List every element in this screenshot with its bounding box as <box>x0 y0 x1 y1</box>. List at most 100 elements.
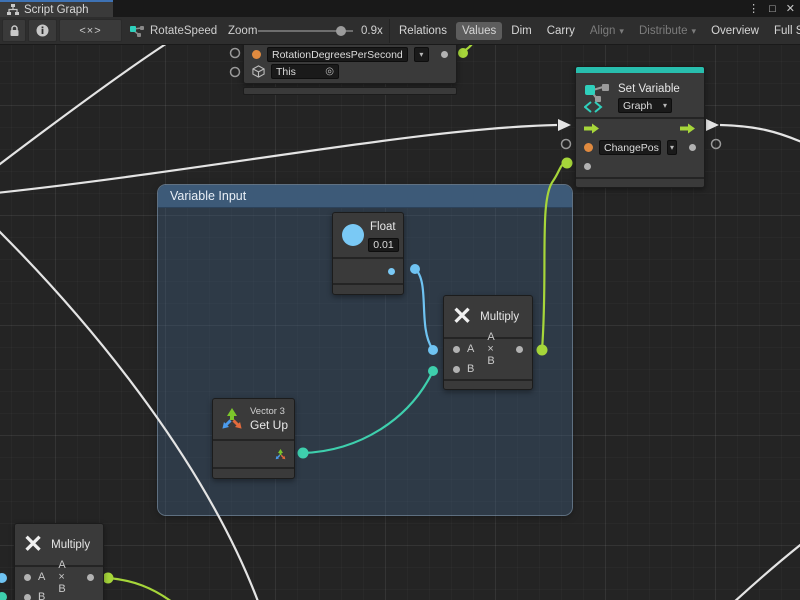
wire-vector3-to-multiply-b <box>303 373 432 453</box>
variable-name-field[interactable]: RotationDegreesPerSecond <box>267 47 408 62</box>
float-title: Float <box>370 221 396 233</box>
full-screen-button[interactable]: Full Screen <box>768 22 800 40</box>
chevron-down-icon: ▾ <box>692 26 697 37</box>
target-picker-icon[interactable]: ◎ <box>325 66 334 77</box>
flow-input-arrow[interactable] <box>584 123 600 134</box>
float-value-field[interactable]: 0.01 <box>368 238 399 252</box>
graph-variable-icon <box>584 83 611 113</box>
setvar-output-port[interactable] <box>689 144 696 151</box>
setvar-name-field[interactable]: ChangePos <box>599 140 661 155</box>
wire-flow-out-of-set-variable <box>720 125 800 143</box>
ring-port-getvar-name[interactable] <box>231 49 240 58</box>
wire-end-multiply-b-in[interactable] <box>428 366 438 376</box>
wire-flow-crossing-bottomright <box>733 542 800 600</box>
vector3-output-port[interactable] <box>274 448 287 461</box>
multiply-icon: ✕ <box>23 533 43 557</box>
float-footer <box>333 285 403 294</box>
vector3-header: Vector 3 Get Up <box>213 399 294 439</box>
wire-multiply-to-set-variable <box>542 163 566 350</box>
multiply-b-port[interactable] <box>453 366 460 373</box>
setvar-title: Set Variable <box>618 83 680 95</box>
ring-port-getvar-target[interactable] <box>231 68 240 77</box>
graph-breadcrumb[interactable]: RotateSpeed <box>130 17 217 45</box>
wire-end-setvar-value-in[interactable] <box>562 158 573 169</box>
zoom-label: Zoom <box>228 25 257 37</box>
multiply-footer <box>444 381 532 389</box>
setvar-scope-dropdown[interactable]: Graph ▾ <box>618 98 672 113</box>
wire-flow-into-set-variable <box>0 125 557 193</box>
getvar-name-row: RotationDegreesPerSecond ▾ <box>244 46 456 63</box>
values-button[interactable]: Values <box>456 22 502 40</box>
multiply-result-port[interactable] <box>516 346 523 353</box>
code-preview-button[interactable]: <×> <box>59 19 122 42</box>
zoom-slider-handle[interactable] <box>336 26 346 36</box>
ring-port-setvar-output[interactable] <box>712 140 721 149</box>
multiply2-a-port[interactable] <box>24 574 31 581</box>
dim-button[interactable]: Dim <box>505 22 537 40</box>
script-graph-icon <box>130 25 144 38</box>
cube-icon <box>252 65 265 78</box>
target-field[interactable]: This ◎ <box>271 64 339 79</box>
setvar-footer <box>576 179 704 188</box>
node-float-literal[interactable]: Float 0.01 <box>332 212 404 295</box>
window-controls: ⋮ □ ✕ <box>748 0 795 17</box>
float-header: Float 0.01 <box>333 213 403 257</box>
chevron-down-icon: ▾ <box>419 50 423 59</box>
setvar-value-input-port[interactable] <box>584 163 591 170</box>
multiply2-b-port[interactable] <box>24 594 31 600</box>
wire-end-multiply2-a-in[interactable] <box>0 573 7 583</box>
multiply2-result-port[interactable] <box>87 574 94 581</box>
vector3-footer <box>213 469 294 478</box>
node-multiply-2[interactable]: ✕ Multiply A A × B B <box>14 523 104 600</box>
carry-button[interactable]: Carry <box>541 22 581 40</box>
float-value: 0.01 <box>373 239 393 251</box>
wire-end-multiply2-result[interactable] <box>103 573 114 584</box>
multiply-body: A A × B B <box>444 339 532 379</box>
variable-name-port[interactable] <box>252 50 261 59</box>
maximize-icon[interactable]: □ <box>769 3 776 15</box>
overview-button[interactable]: Overview <box>705 22 765 40</box>
multiply-b-label: B <box>467 363 474 375</box>
node-vector3-get-up[interactable]: Vector 3 Get Up <box>212 398 295 479</box>
wire-multiply2-output <box>108 578 172 600</box>
setvar-name-dropdown[interactable]: ▾ <box>667 140 677 155</box>
flow-arrow-in-set-variable[interactable] <box>558 119 571 131</box>
setvar-name-value: ChangePos <box>604 142 659 154</box>
lock-button[interactable] <box>2 19 26 42</box>
wire-end-getvar-output[interactable] <box>458 48 468 58</box>
toolbar-buttons: Relations Values Dim Carry Align▾ Distri… <box>393 17 800 45</box>
chevron-down-icon: ▾ <box>619 26 624 37</box>
vector3-type-label: Vector 3 <box>250 406 288 417</box>
info-icon <box>36 24 49 37</box>
chevron-down-icon: ▾ <box>670 143 674 152</box>
close-icon[interactable]: ✕ <box>786 2 795 15</box>
node-set-variable[interactable]: Set Variable Graph ▾ ChangePos ▾ <box>575 66 705 188</box>
align-button[interactable]: Align▾ <box>584 22 630 40</box>
wire-end-vector3-output[interactable] <box>298 448 309 459</box>
relations-button[interactable]: Relations <box>393 22 453 40</box>
zoom-slider[interactable] <box>258 30 353 32</box>
multiply2-row-a: A A × B <box>15 567 103 587</box>
wire-end-float-output[interactable] <box>410 264 420 274</box>
variable-name-port[interactable] <box>584 143 593 152</box>
wire-end-multiply-result[interactable] <box>537 345 548 356</box>
node-get-variable[interactable]: RotationDegreesPerSecond ▾ This ◎ <box>243 40 457 84</box>
wire-end-multiply2-b-in[interactable] <box>0 592 7 600</box>
multiply-a-port[interactable] <box>453 346 460 353</box>
wire-end-multiply-a-in[interactable] <box>428 345 438 355</box>
graph-toolbar: <×> RotateSpeed Zoom 0.9x Relations Valu… <box>0 17 800 45</box>
getvar-output-port[interactable] <box>441 51 448 58</box>
info-button[interactable] <box>28 19 57 42</box>
node-multiply[interactable]: ✕ Multiply A A × B B <box>443 295 533 390</box>
distribute-button[interactable]: Distribute▾ <box>633 22 702 40</box>
float-type-icon <box>342 224 364 246</box>
flow-output-arrow[interactable] <box>680 123 696 134</box>
window-menu-icon[interactable]: ⋮ <box>748 2 759 15</box>
variable-name-dropdown[interactable]: ▾ <box>414 47 429 62</box>
flow-arrow-out-set-variable[interactable] <box>706 119 719 131</box>
zoom-value: 0.9x <box>361 25 383 37</box>
ring-port-setvar-name[interactable] <box>562 140 571 149</box>
tab-script-graph[interactable]: Script Graph <box>0 0 113 17</box>
multiply-result-label: A × B <box>487 331 502 367</box>
float-output-port[interactable] <box>388 268 395 275</box>
